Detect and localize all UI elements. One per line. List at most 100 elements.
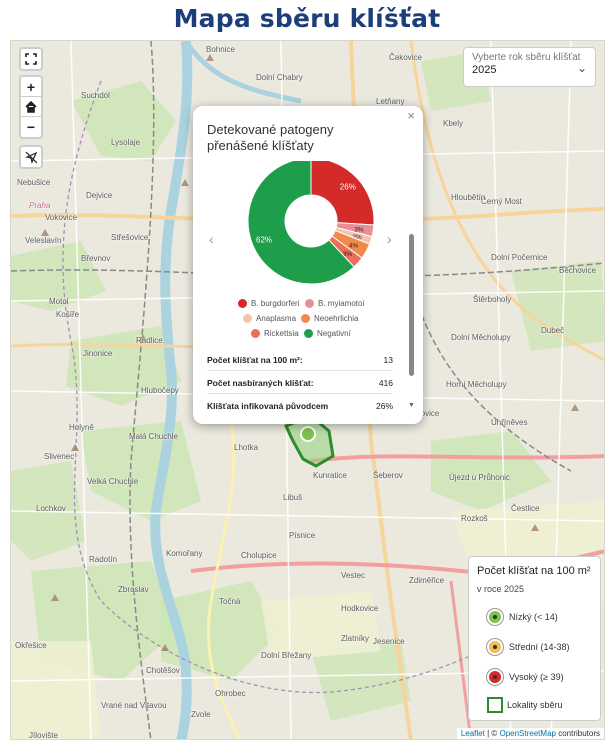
place-label: Ohrobec: [215, 689, 246, 698]
legend-label: Neoehrlichia: [314, 314, 359, 323]
legend-entry: B. burgdorferi: [238, 299, 299, 308]
red-marker-icon: [487, 669, 503, 685]
legend-item-low: Nízký (< 14): [487, 609, 558, 625]
home-icon[interactable]: [21, 97, 41, 117]
place-label: Jinonice: [83, 349, 113, 358]
popup-scrollbar[interactable]: [409, 234, 414, 376]
locate-off-icon[interactable]: [21, 147, 41, 167]
popup-title: Detekované patogeny přenášené klíšťaty: [207, 122, 334, 153]
zoom-in-button[interactable]: +: [21, 77, 41, 97]
pathogen-popup: × Detekované patogeny přenášené klíšťaty…: [193, 106, 423, 424]
chevron-down-icon: ⌄: [576, 61, 587, 75]
fullscreen-icon[interactable]: [21, 49, 41, 69]
locate-control[interactable]: [19, 145, 43, 169]
legend-swatch: [305, 299, 314, 308]
site-marker[interactable]: [300, 426, 316, 442]
place-label: Chotěšov: [146, 666, 180, 675]
place-label: Uhříněves: [491, 418, 528, 427]
zoom-control[interactable]: + −: [19, 75, 43, 139]
stat-label: Klíšťata infikovaná původcem: [207, 401, 329, 411]
zoom-out-button[interactable]: −: [21, 117, 41, 137]
stat-label: Počet nasbíraných klíšťat:: [207, 377, 314, 388]
place-label: Vrané nad Vltavou: [101, 701, 167, 710]
legend-entry: Neoehrlichia: [301, 314, 358, 323]
legend-item-high: Vysoký (≥ 39): [487, 669, 564, 685]
legend-entry: Anaplasma: [243, 314, 296, 323]
stat-value: 13: [383, 354, 393, 365]
place-label: Zdiměřice: [409, 576, 445, 585]
place-label: Cholupice: [241, 551, 277, 560]
place-label: Velká Chuchle: [87, 477, 139, 486]
year-select-value: 2025: [472, 64, 497, 76]
place-label: Zvole: [191, 710, 211, 719]
stat-label: Počet klíšťat na 100 m²:: [207, 354, 303, 365]
place-label: Motol: [49, 297, 69, 306]
pie-slice[interactable]: [310, 161, 375, 226]
place-label: Vokovice: [45, 213, 78, 222]
place-label: Zbraslav: [118, 585, 149, 594]
legend-swatch: [243, 314, 252, 323]
fullscreen-control[interactable]: [19, 47, 43, 71]
place-label: Jílovište: [29, 731, 58, 740]
scroll-down-arrow-icon[interactable]: ▼: [408, 402, 415, 409]
attribution-suffix: contributors: [555, 729, 600, 738]
yellow-marker-icon: [487, 639, 503, 655]
leaflet-link[interactable]: Leaflet: [461, 729, 485, 738]
place-label: Radotín: [89, 555, 118, 564]
place-label: Dolní Chabry: [256, 73, 303, 82]
legend-label: Anaplasma: [256, 314, 297, 323]
slice-label: 62%: [256, 236, 272, 245]
legend-entry: B. myiamotoi: [305, 299, 364, 308]
place-label: Rozkoš: [461, 514, 488, 523]
place-label: Praha: [29, 201, 51, 210]
legend-label: Rickettsia: [264, 329, 299, 338]
place-label: Čestlice: [511, 504, 540, 513]
place-label: Kbely: [443, 119, 464, 128]
place-label: Černý Most: [481, 197, 522, 206]
legend-item-localities: Lokality sběru: [487, 697, 563, 713]
place-label: Suchdol: [81, 91, 110, 100]
place-label: Kunratice: [313, 471, 347, 480]
place-label: Lysolaje: [111, 138, 141, 147]
place-label: Slivenec: [44, 452, 75, 461]
place-label: Okřešice: [15, 641, 47, 650]
attribution-separator: | ©: [484, 729, 500, 738]
stat-value: 26%: [375, 401, 393, 411]
locality-square-icon: [487, 697, 503, 713]
place-label: Břevnov: [81, 254, 111, 263]
place-label: Hodkovice: [341, 604, 379, 613]
place-label: Horní Měcholupy: [446, 380, 507, 389]
legend-item-label: Střední (14-38): [509, 642, 570, 652]
place-label: Lochkov: [36, 504, 66, 513]
close-icon[interactable]: ×: [407, 108, 415, 123]
year-select-label: Vyberte rok sběru klíšťat: [472, 52, 581, 63]
map[interactable]: Suchdol Bohnice Dolní Chabry Čakovice Le…: [10, 40, 605, 740]
place-label: Střešovice: [111, 233, 149, 242]
osm-link[interactable]: OpenStreetMap: [499, 729, 555, 738]
map-attribution: Leaflet | © OpenStreetMap contributors: [456, 728, 604, 739]
place-label: Bohnice: [206, 45, 235, 54]
green-marker-icon: [487, 609, 503, 625]
place-label: Malá Chuchle: [129, 432, 178, 441]
place-label: Lhotka: [234, 443, 259, 452]
slice-label: 4%: [349, 242, 359, 249]
place-label: Košíře: [56, 310, 80, 319]
place-label: Točná: [219, 597, 241, 606]
legend-swatch: [251, 329, 260, 338]
page-title: Mapa sběru klíšťat: [173, 4, 441, 33]
place-label: Dolní Počernice: [491, 253, 548, 262]
place-label: Veleslavín: [25, 236, 62, 245]
legend-entry: Rickettsia: [251, 329, 299, 338]
place-label: Letňany: [376, 97, 405, 106]
legend-item-label: Lokality sběru: [507, 700, 563, 710]
legend-swatch: [301, 314, 310, 323]
place-label: Zlatníky: [341, 634, 370, 643]
map-legend: Počet klíšťat na 100 m² v roce 2025 Nízk…: [468, 556, 601, 721]
legend-label: B. myiamotoi: [318, 299, 365, 308]
year-select[interactable]: Vyberte rok sběru klíšťat 2025 ⌄: [463, 47, 596, 87]
place-label: Běchovice: [559, 266, 596, 275]
stat-row: Počet klíšťat na 100 m²: 13: [207, 349, 393, 371]
legend-item-label: Nízký (< 14): [509, 612, 558, 622]
legend-item-medium: Střední (14-38): [487, 639, 570, 655]
legend-label: Negativní: [317, 329, 351, 338]
